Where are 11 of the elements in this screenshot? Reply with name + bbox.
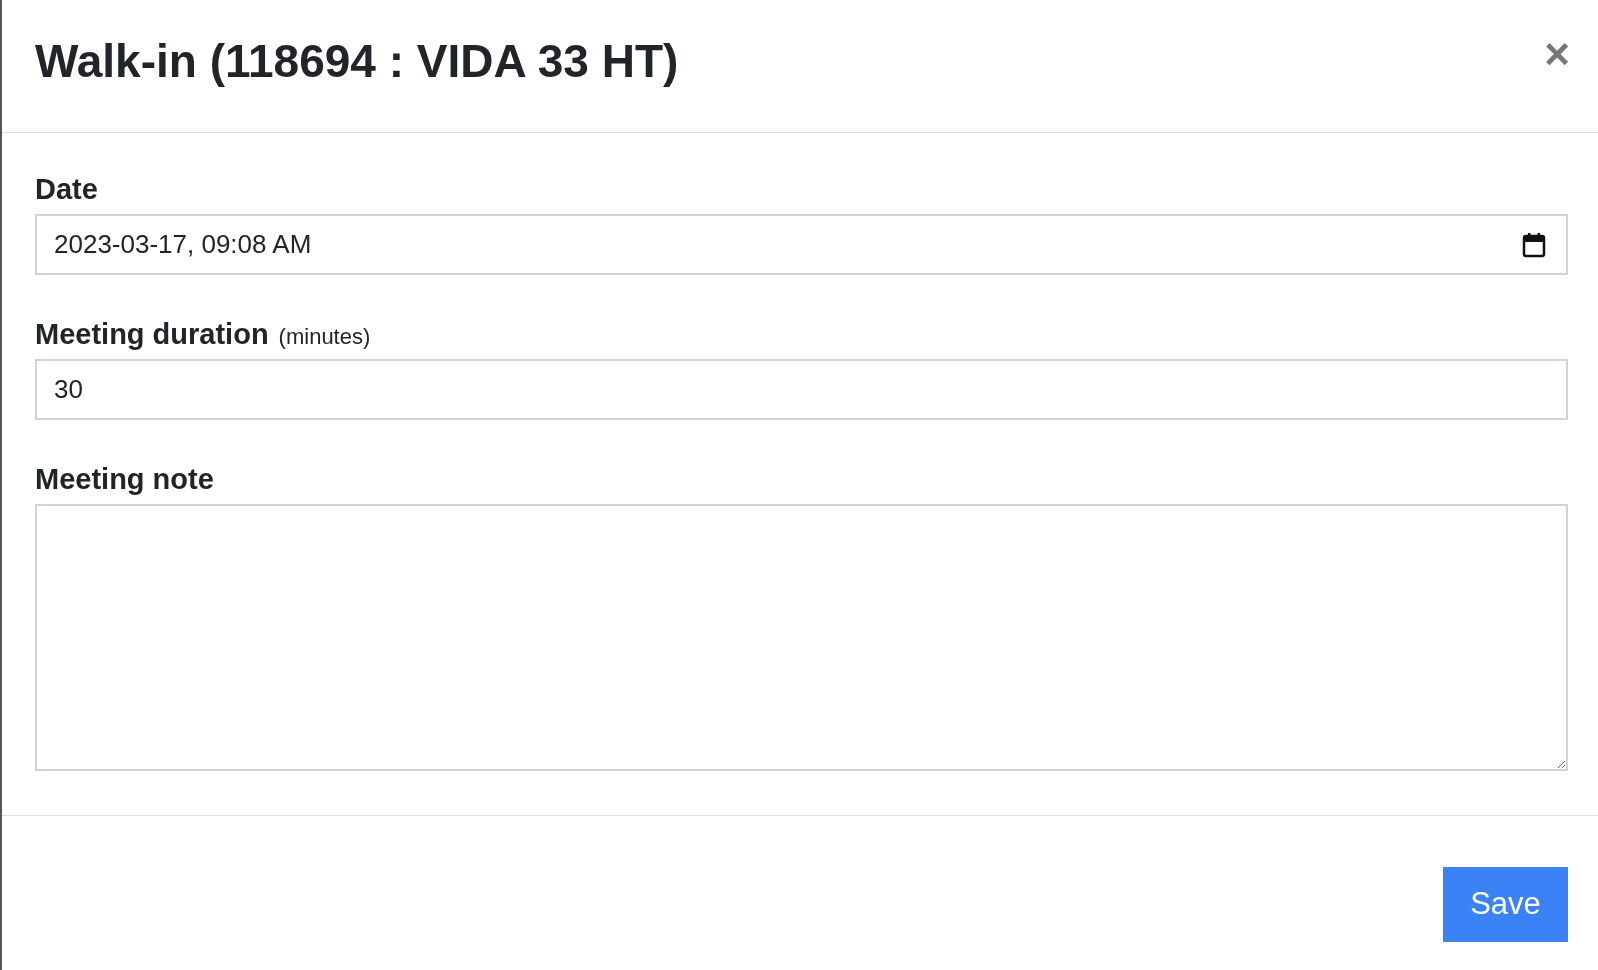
note-field[interactable] bbox=[35, 504, 1568, 771]
save-button[interactable]: Save bbox=[1443, 866, 1568, 942]
field-hint: (minutes) bbox=[278, 324, 371, 350]
field-label: Date bbox=[35, 173, 98, 206]
field-label: Meeting duration bbox=[35, 318, 269, 351]
calendar-icon[interactable] bbox=[1522, 231, 1546, 258]
date-field[interactable]: 2023-03-17, 09:08 AM bbox=[35, 214, 1568, 275]
duration-field[interactable]: 30 bbox=[35, 359, 1568, 420]
dialog-title: Walk-in (118694 : VIDA 33 HT) bbox=[35, 34, 679, 88]
close-button[interactable]: × bbox=[1544, 32, 1570, 76]
field-label: Meeting note bbox=[35, 463, 214, 496]
